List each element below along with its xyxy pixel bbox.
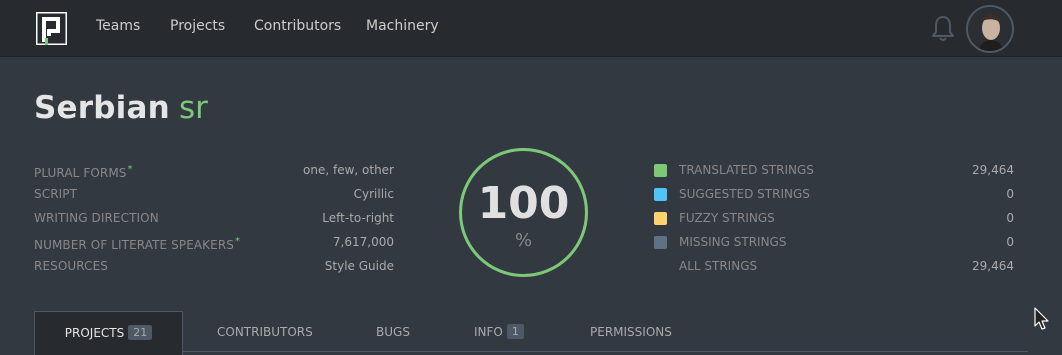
asterisk: * <box>127 164 133 175</box>
info-value: Left-to-right <box>322 211 394 225</box>
mouse-cursor-icon <box>1034 307 1049 330</box>
nav-link-teams[interactable]: Teams <box>96 18 140 34</box>
tab-label: PERMISSIONS <box>590 325 672 339</box>
fuzzy-swatch <box>654 212 667 225</box>
stat-value: 29,464 <box>972 259 1014 273</box>
stat-label: SUGGESTED STRINGS <box>679 187 810 201</box>
tab-count-badge: 21 <box>128 325 153 340</box>
stat-label: FUZZY STRINGS <box>679 211 775 225</box>
nav-link-machinery[interactable]: Machinery <box>366 18 439 34</box>
info-label: WRITING DIRECTION <box>34 211 159 225</box>
tab-permissions[interactable]: PERMISSIONS <box>590 311 672 355</box>
missing-swatch <box>654 236 667 249</box>
tab-label: PROJECTS <box>64 326 125 340</box>
info-row-script: SCRIPT Cyrillic <box>34 182 394 206</box>
user-avatar[interactable] <box>966 5 1014 53</box>
info-label: PLURAL FORMS <box>34 166 127 180</box>
locale-name: Serbian <box>34 90 170 126</box>
info-row-writing-direction: WRITING DIRECTION Left-to-right <box>34 206 394 230</box>
info-row-plural-forms: PLURAL FORMS* one, few, other <box>34 158 394 182</box>
locale-code: sr <box>178 90 208 126</box>
tab-count-badge: 1 <box>506 324 524 339</box>
tab-label: BUGS <box>376 325 410 339</box>
stat-value: 0 <box>1006 187 1014 201</box>
style-guide-link[interactable]: Style Guide <box>325 254 394 278</box>
stat-all: ALL STRINGS 29,464 <box>654 254 1014 278</box>
avatar-image <box>968 7 1012 51</box>
translated-swatch <box>654 164 667 177</box>
stat-value: 29,464 <box>972 163 1014 177</box>
stat-suggested[interactable]: SUGGESTED STRINGS 0 <box>654 182 1014 206</box>
progress-unit: % <box>514 230 533 251</box>
stat-translated[interactable]: TRANSLATED STRINGS 29,464 <box>654 158 1014 182</box>
info-row-literate-speakers: NUMBER OF LITERATE SPEAKERS* 7,617,000 <box>34 230 394 254</box>
stat-value: 0 <box>1006 211 1014 225</box>
tab-projects[interactable]: PROJECTS 21 <box>34 311 183 355</box>
stat-fuzzy[interactable]: FUZZY STRINGS 0 <box>654 206 1014 230</box>
stat-label: TRANSLATED STRINGS <box>679 163 814 177</box>
nav-link-projects[interactable]: Projects <box>170 18 225 34</box>
tab-bugs[interactable]: BUGS <box>376 311 410 355</box>
info-label: RESOURCES <box>34 259 108 273</box>
tab-contributors[interactable]: CONTRIBUTORS <box>217 311 313 355</box>
bell-icon[interactable] <box>930 14 956 42</box>
info-value: 7,617,000 <box>332 235 394 249</box>
stat-missing[interactable]: MISSING STRINGS 0 <box>654 230 1014 254</box>
stat-label: ALL STRINGS <box>679 259 758 273</box>
info-label: SCRIPT <box>34 187 78 201</box>
progress-percent: 100 <box>477 178 570 229</box>
stat-label: MISSING STRINGS <box>679 235 787 249</box>
info-row-resources: RESOURCES Style Guide <box>34 254 394 278</box>
asterisk: * <box>235 236 241 247</box>
info-value: one, few, other <box>303 163 394 177</box>
stat-value: 0 <box>1006 235 1014 249</box>
locale-heading: Serbian sr <box>34 90 208 126</box>
tab-label: CONTRIBUTORS <box>217 325 313 339</box>
pontoon-logo-icon[interactable] <box>36 12 67 45</box>
top-navigation: Teams Projects Contributors Machinery <box>0 0 1062 57</box>
tabs-divider <box>34 351 1028 352</box>
info-value: Cyrillic <box>353 187 394 201</box>
info-label: NUMBER OF LITERATE SPEAKERS <box>34 238 234 252</box>
suggested-swatch <box>654 188 667 201</box>
nav-link-contributors[interactable]: Contributors <box>254 18 341 34</box>
tab-info[interactable]: INFO 1 <box>474 311 524 355</box>
tab-label: INFO <box>474 325 503 339</box>
